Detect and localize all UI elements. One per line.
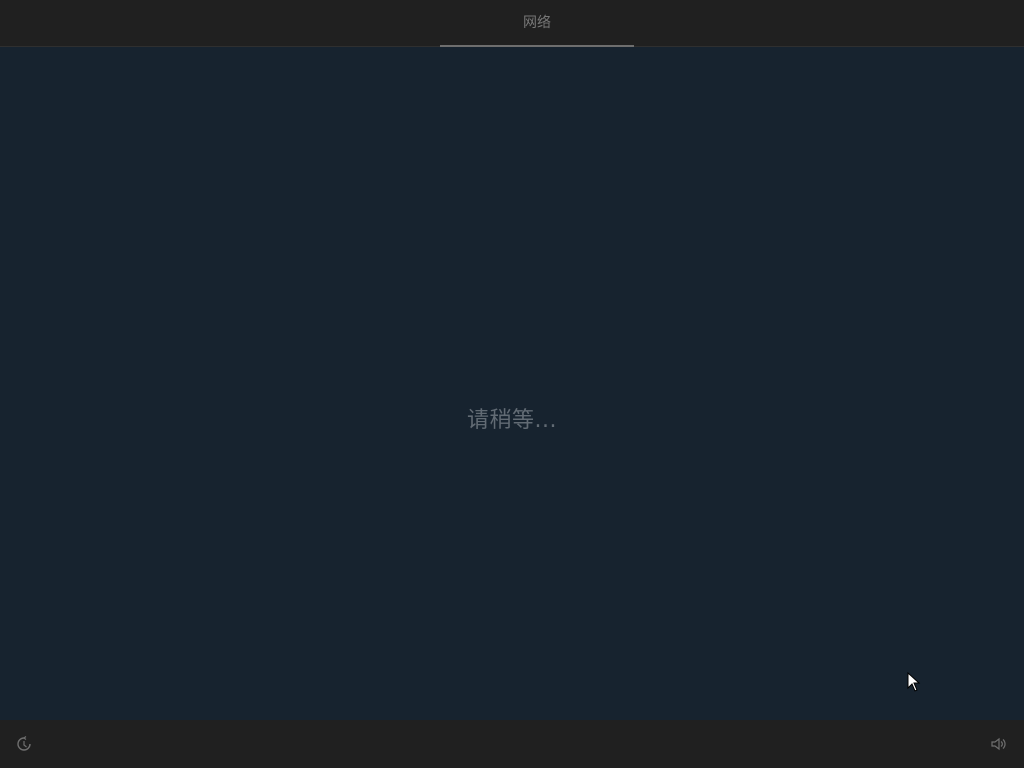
power-icon xyxy=(17,736,31,751)
tab-network-label: 网络 xyxy=(523,15,551,31)
top-bar: 网络 xyxy=(0,0,1024,47)
tab-network[interactable]: 网络 xyxy=(440,0,634,46)
volume-icon xyxy=(991,737,1006,751)
bottom-bar xyxy=(0,720,1024,768)
power-button[interactable] xyxy=(14,734,34,754)
main-panel: 请稍等... xyxy=(0,47,1024,720)
volume-button[interactable] xyxy=(988,734,1008,754)
loading-status-text: 请稍等... xyxy=(467,408,557,433)
mouse-cursor-icon xyxy=(907,672,921,692)
